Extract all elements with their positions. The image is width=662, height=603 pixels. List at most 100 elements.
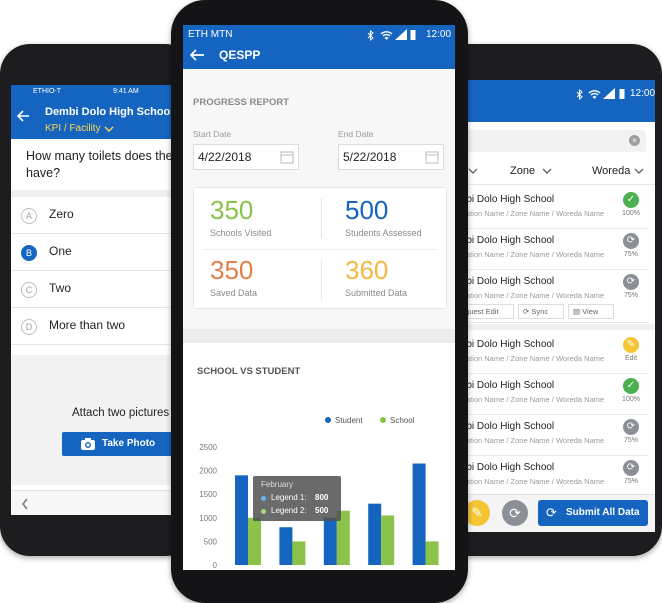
wifi-icon [588,90,601,99]
center-phone: ETH MTN 12:00 QESPP PROGRESS REPORT Star… [171,0,468,603]
woreda-filter-label[interactable]: Woreda [592,165,630,177]
end-date-field[interactable]: 5/22/2018 [338,144,444,170]
tooltip-row-value: 800 [315,493,329,502]
back-arrow-icon[interactable] [16,109,30,123]
battery-icon [410,30,416,40]
chart-section-title: SCHOOL VS STUDENT [197,366,301,377]
school-location: ocation Name / Zone Name / Woreda Name [458,395,605,404]
bar-school [381,515,395,565]
zone-filter-label[interactable]: Zone [510,165,535,177]
option-divider [11,190,195,197]
calendar-icon[interactable] [280,150,294,164]
chevron-down-icon[interactable] [634,167,644,175]
school-row[interactable]: mbi Dolo High School ocation Name / Zone… [458,374,648,415]
stat-label: Students Assessed [345,228,422,238]
option-label: Zero [49,207,74,221]
carrier-label: ETH MTN [188,29,233,40]
left-bottom-bar [11,490,195,515]
y-tick-label: 2500 [199,443,217,452]
search-bar[interactable]: × [458,130,646,152]
row-progress: 75% [623,478,638,485]
take-photo-button[interactable]: Take Photo [62,432,182,456]
wifi-icon [380,31,393,40]
row-progress: 75% [623,437,638,444]
school-name: mbi Dolo High School [458,235,555,246]
view-icon: ▤ [573,307,581,316]
bar-school [248,517,261,565]
back-arrow-icon[interactable] [189,48,205,62]
battery-icon [619,89,625,99]
submit-all-label: Submit All Data [566,507,640,518]
row-status[interactable]: ⟳ 75% [611,233,651,258]
time-label: 9:41 AM [113,88,139,95]
chevron-left-icon[interactable] [21,498,29,510]
chevron-down-icon[interactable] [542,167,552,175]
row-progress: 100% [622,210,640,217]
bar-school [425,541,439,565]
school-row[interactable]: mbi Dolo High School ocation Name / Zone… [458,229,648,270]
stats-divider-v2 [321,260,322,300]
sync-icon: ⟳ [623,233,639,249]
row-status[interactable]: ✎ Edit [611,337,651,362]
row-status[interactable]: ✓ 100% [611,192,651,217]
question-text: How many toilets does the have? [26,149,173,180]
take-photo-label: Take Photo [102,438,156,449]
left-phone-screen: ETHIO-T 9:41 AM Dembi Dolo High School K… [11,85,195,515]
right-phone-screen: 12:00 ta × Zone Woreda mbi Dolo High Sch… [458,80,655,532]
submit-all-button[interactable]: ⟳ Submit All Data [538,500,648,526]
sync-fab[interactable]: ⟳ [502,500,528,526]
stat-value: 350 [210,255,254,285]
row-progress: Edit [624,355,638,362]
bar-student [368,503,382,565]
bar-student [412,463,426,565]
chevron-down-icon[interactable] [468,167,478,175]
school-row[interactable]: mbi Dolo High School ocation Name / Zone… [458,456,648,497]
row-status[interactable]: ⟳ 75% [611,274,651,299]
chevron-down-icon[interactable] [104,125,114,133]
option-a[interactable]: A Zero [11,197,176,234]
school-row[interactable]: mbi Dolo High School ocation Name / Zone… [458,415,648,456]
row-status[interactable]: ⟳ 75% [611,460,651,485]
row-progress: 100% [622,396,640,403]
option-b[interactable]: B One [11,234,176,271]
kpi-subtitle[interactable]: KPI / Facility [45,123,101,134]
stat-label: Schools Visited [210,228,272,238]
school-name: mbi Dolo High School [458,339,555,350]
y-tick-label: 1000 [199,514,217,523]
signal-icon [395,29,407,40]
stat-label: Submitted Data [345,288,408,298]
school-row-expanded[interactable]: mbi Dolo High School ocation Name / Zone… [458,270,648,323]
school-location: ocation Name / Zone Name / Woreda Name [458,250,605,259]
row-progress: 75% [623,292,638,299]
start-date-field[interactable]: 4/22/2018 [193,144,299,170]
calendar-icon[interactable] [425,150,439,164]
sync-button[interactable]: ⟳ Sync [518,304,564,319]
row-status[interactable]: ⟳ 75% [611,419,651,444]
school-name: mbi Dolo High School [458,421,555,432]
bluetooth-icon [367,30,374,41]
attach-pictures-text: Attach two pictures [72,407,170,419]
option-d[interactable]: D More than two [11,308,176,345]
left-header: Dembi Dolo High School KPI / Facility [11,99,195,139]
camera-icon [81,438,95,450]
school-row[interactable]: mbi Dolo High School ocation Name / Zone… [458,188,648,229]
saved-data-card: 350 Saved Data [210,255,257,298]
right-time: 12:00 [630,88,655,99]
option-letter: A [21,208,37,224]
school-name: mbi Dolo High School [458,380,555,391]
school-row[interactable]: mbi Dolo High School ocation Name / Zone… [458,333,648,374]
view-button[interactable]: ▤ View [568,304,614,319]
row-group-gap [458,324,655,330]
filter-row: Zone Woreda [458,158,655,185]
legend-dot-icon [261,509,266,514]
legend-marker [325,417,331,423]
bar-student [235,475,248,565]
center-phone-screen: ETH MTN 12:00 QESPP PROGRESS REPORT Star… [183,25,455,570]
check-icon: ✓ [623,192,639,208]
option-c[interactable]: C Two [11,271,176,308]
sync-icon: ⟳ [546,505,557,520]
bar-school [292,541,306,565]
clear-search-icon[interactable]: × [629,135,640,146]
row-status[interactable]: ✓ 100% [611,378,651,403]
sync-icon: ⟳ [623,460,639,476]
